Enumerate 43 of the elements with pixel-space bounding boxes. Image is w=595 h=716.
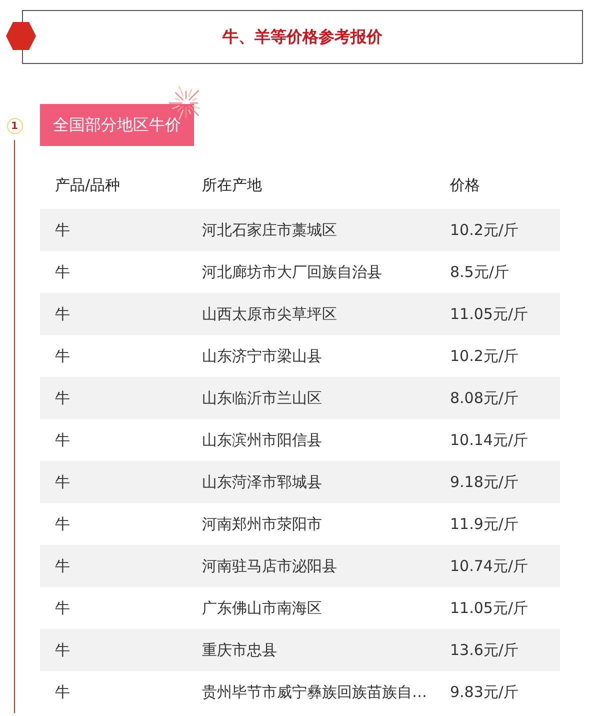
table-cell-text: 牛 [54,472,71,492]
table-cell-text: 牛 [54,388,71,408]
column-header: 产品/品种 [54,176,122,194]
table-cell-text: 牛 [54,682,71,702]
table-cell-text: 11.9元/斤 [450,514,520,534]
table-cell-text: 广东佛山市南海区 [202,598,323,618]
table-cell-text: 牛 [54,304,71,324]
table-cell-text: 山东临沂市兰山区 [202,388,323,408]
table-cell-text: 山东滨州市阳信县 [202,430,323,450]
table-cell-text: 8.08元/斤 [450,388,520,408]
column-header: 价格 [450,176,481,194]
table-cell-text: 牛 [54,598,71,618]
table-cell-text: 牛 [54,514,71,534]
table-cell-text: 牛 [54,346,71,366]
table-cell-text: 13.6元/斤 [450,640,520,660]
section-number: 1 [6,118,22,134]
table-cell-text: 牛 [54,262,71,282]
table-cell-text: 山东济宁市梁山县 [202,346,323,366]
table-cell-text: 河南驻马店市泌阳县 [202,556,338,576]
table-cell-text: 河南郑州市荥阳市 [202,514,323,534]
table-cell-text: 河北廊坊市大厂回族自治县 [202,262,383,282]
table-cell-text: 10.74元/斤 [450,556,529,576]
table-cell-text: 10.2元/斤 [450,220,520,240]
table-cell-text: 贵州毕节市威宁彝族回族苗族自… [202,682,428,702]
column-header: 所在产地 [202,176,263,194]
section-label: 全国部分地区牛价 [40,104,194,146]
table-cell-text: 11.05元/斤 [450,598,529,618]
table-cell-text: 山西太原市尖草坪区 [202,304,338,324]
table-cell-text: 重庆市忠县 [202,640,278,660]
page-title: 牛、羊等价格参考报价 [222,26,382,48]
table-cell-text: 9.18元/斤 [450,472,520,492]
hexagon-icon [6,22,36,50]
table-cell-text: 8.5元/斤 [450,262,510,282]
table-cell-text: 牛 [54,430,71,450]
table-cell-text: 河北石家庄市藁城区 [202,220,338,240]
table-cell-text: 11.05元/斤 [450,304,529,324]
table-cell-text: 山东菏泽市郓城县 [202,472,323,492]
table-cell-text: 牛 [54,640,71,660]
table-cell-text: 牛 [54,220,71,240]
table-cell-text: 10.14元/斤 [450,430,529,450]
table-cell-text: 10.2元/斤 [450,346,520,366]
table-cell-text: 9.83元/斤 [450,682,520,702]
table-cell-text: 牛 [54,556,71,576]
